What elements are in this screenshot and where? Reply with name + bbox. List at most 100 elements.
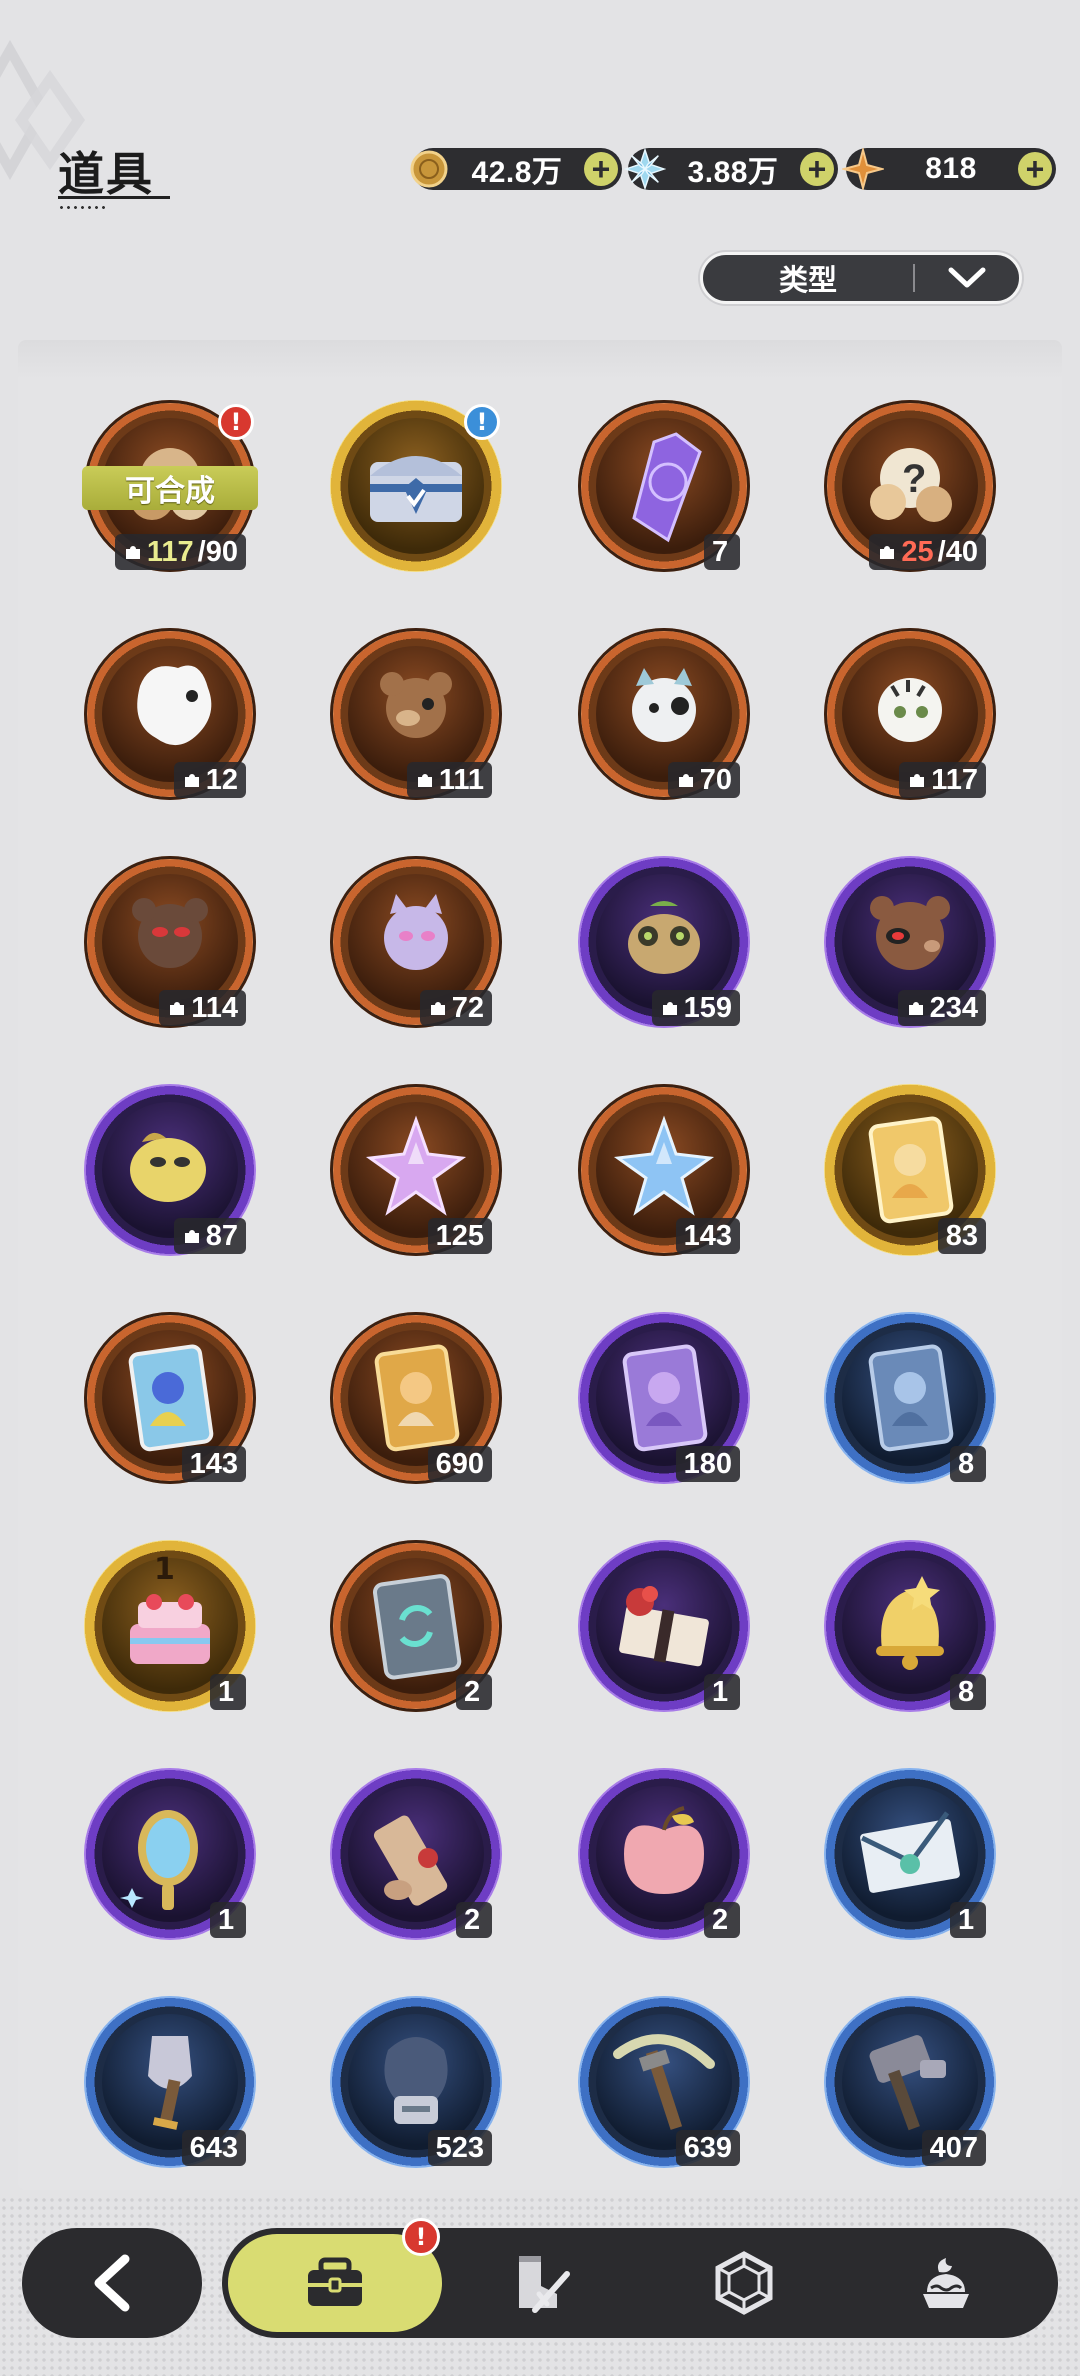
- gold-coin-icon: [408, 148, 450, 190]
- inventory-item[interactable]: 8: [824, 1540, 996, 1712]
- inventory-item[interactable]: 690: [330, 1312, 502, 1484]
- back-button[interactable]: [22, 2228, 202, 2338]
- inventory-item[interactable]: 11: [84, 1540, 256, 1712]
- title-underline: [58, 196, 170, 199]
- inventory-item[interactable]: 180: [578, 1312, 750, 1484]
- currency-gold: 42.8万 +: [410, 148, 622, 190]
- inventory-item[interactable]: 159: [578, 856, 750, 1028]
- item-count: 114: [159, 990, 246, 1026]
- item-count-value: 1: [712, 1675, 729, 1708]
- fragment-progress: 25/40: [869, 534, 986, 570]
- fragment-piece-icon: [430, 1002, 445, 1015]
- item-count: 523: [427, 2130, 492, 2166]
- currency-star: 818 +: [842, 148, 1056, 190]
- item-count-value: 87: [205, 1219, 238, 1252]
- item-count: 159: [651, 990, 740, 1026]
- inventory-item[interactable]: 111: [330, 628, 502, 800]
- inventory-item[interactable]: 639: [578, 1996, 750, 2168]
- item-count: 690: [427, 1446, 492, 1482]
- inventory-item[interactable]: 407: [824, 1996, 996, 2168]
- item-count: 643: [181, 2130, 246, 2166]
- crystal-gem-icon: [624, 147, 666, 191]
- currency-star-value: 818: [925, 152, 977, 185]
- item-count: 2: [704, 1902, 740, 1938]
- add-gold-button[interactable]: +: [584, 152, 618, 186]
- item-count: 2: [456, 1674, 492, 1710]
- item-count-value: 407: [929, 2131, 978, 2164]
- item-count-value: 12: [205, 763, 238, 796]
- inventory-item[interactable]: 可合成 117/90!: [82, 400, 258, 572]
- inventory-item[interactable]: 1: [824, 1768, 996, 1940]
- currency-crystal: 3.88万 +: [624, 147, 838, 191]
- inventory-item[interactable]: 87: [84, 1084, 256, 1256]
- inventory-item[interactable]: 143: [578, 1084, 750, 1256]
- inventory-item[interactable]: !: [330, 400, 502, 572]
- briefcase-icon: [308, 2257, 362, 2306]
- inventory-item[interactable]: 125: [330, 1084, 502, 1256]
- type-filter-label: 类型: [778, 263, 837, 297]
- item-count-value: 8: [958, 1447, 975, 1480]
- fragment-piece-icon: [170, 1002, 185, 1015]
- type-filter-dropdown[interactable]: 类型: [700, 252, 1022, 304]
- item-count: 143: [675, 1218, 740, 1254]
- item-count-value: 72: [451, 991, 484, 1024]
- tab-equipment[interactable]: [480, 2234, 600, 2332]
- add-crystal-button[interactable]: +: [800, 152, 834, 186]
- inventory-item[interactable]: 114: [84, 856, 256, 1028]
- fragment-have: 117: [146, 535, 194, 568]
- hexagon-gem-icon: [715, 2251, 773, 2315]
- tab-items-badge: !: [402, 2218, 440, 2256]
- inventory-item[interactable]: 72: [330, 856, 502, 1028]
- inventory-item[interactable]: 117: [824, 628, 996, 800]
- inventory-item[interactable]: 1: [578, 1540, 750, 1712]
- inventory-item[interactable]: 643: [84, 1996, 256, 2168]
- item-count-value: 8: [958, 1675, 975, 1708]
- item-count: 87: [173, 1218, 246, 1254]
- add-star-button[interactable]: +: [1018, 152, 1052, 186]
- item-count: 72: [419, 990, 492, 1026]
- item-count-value: 143: [189, 1447, 238, 1480]
- fragment-piece-icon: [417, 774, 432, 787]
- svg-text:?: ?: [902, 457, 926, 501]
- item-count-value: 1: [218, 1903, 235, 1936]
- inventory-item[interactable]: 12: [84, 628, 256, 800]
- item-count-value: 234: [929, 991, 978, 1024]
- item-count: 180: [675, 1446, 740, 1482]
- item-count: 83: [937, 1218, 986, 1254]
- item-count: 111: [406, 762, 492, 798]
- item-count-value: 523: [435, 2131, 484, 2164]
- item-count-value: 143: [683, 1219, 732, 1252]
- inventory-item[interactable]: 2: [578, 1768, 750, 1940]
- fragment-have: 25: [901, 535, 934, 568]
- item-count: 8: [950, 1674, 986, 1710]
- item-count-value: 114: [191, 991, 238, 1024]
- item-count-value: 159: [683, 991, 732, 1024]
- cake-number: 1: [154, 1552, 175, 1587]
- tab-gems[interactable]: [684, 2234, 804, 2332]
- inventory-item[interactable]: 143: [84, 1312, 256, 1484]
- inventory-item[interactable]: 523: [330, 1996, 502, 2168]
- inventory-item[interactable]: 7: [578, 400, 750, 572]
- item-count: 117: [899, 762, 986, 798]
- treasure-chest-icon: [370, 456, 462, 522]
- item-count-value: 7: [712, 535, 729, 568]
- fragment-piece-icon: [910, 774, 925, 787]
- fragment-piece-icon: [908, 1002, 923, 1015]
- inventory-item[interactable]: 234: [824, 856, 996, 1028]
- item-count-value: 639: [683, 2131, 732, 2164]
- fragment-piece-icon: [662, 1002, 677, 1015]
- item-count: 12: [173, 762, 246, 798]
- item-count-value: 111: [438, 763, 484, 796]
- inventory-item[interactable]: 83: [824, 1084, 996, 1256]
- item-count: 407: [921, 2130, 986, 2166]
- item-count-value: 643: [189, 2131, 238, 2164]
- tab-food[interactable]: [886, 2234, 1006, 2332]
- item-count: 1: [210, 1674, 246, 1710]
- inventory-item[interactable]: 2: [330, 1540, 502, 1712]
- inventory-item[interactable]: 2: [330, 1768, 502, 1940]
- inventory-item[interactable]: 1: [84, 1768, 256, 1940]
- page-title: 道具: [58, 147, 154, 201]
- inventory-item[interactable]: 8: [824, 1312, 996, 1484]
- inventory-item[interactable]: 70: [578, 628, 750, 800]
- inventory-item[interactable]: ? 25/40: [824, 400, 996, 572]
